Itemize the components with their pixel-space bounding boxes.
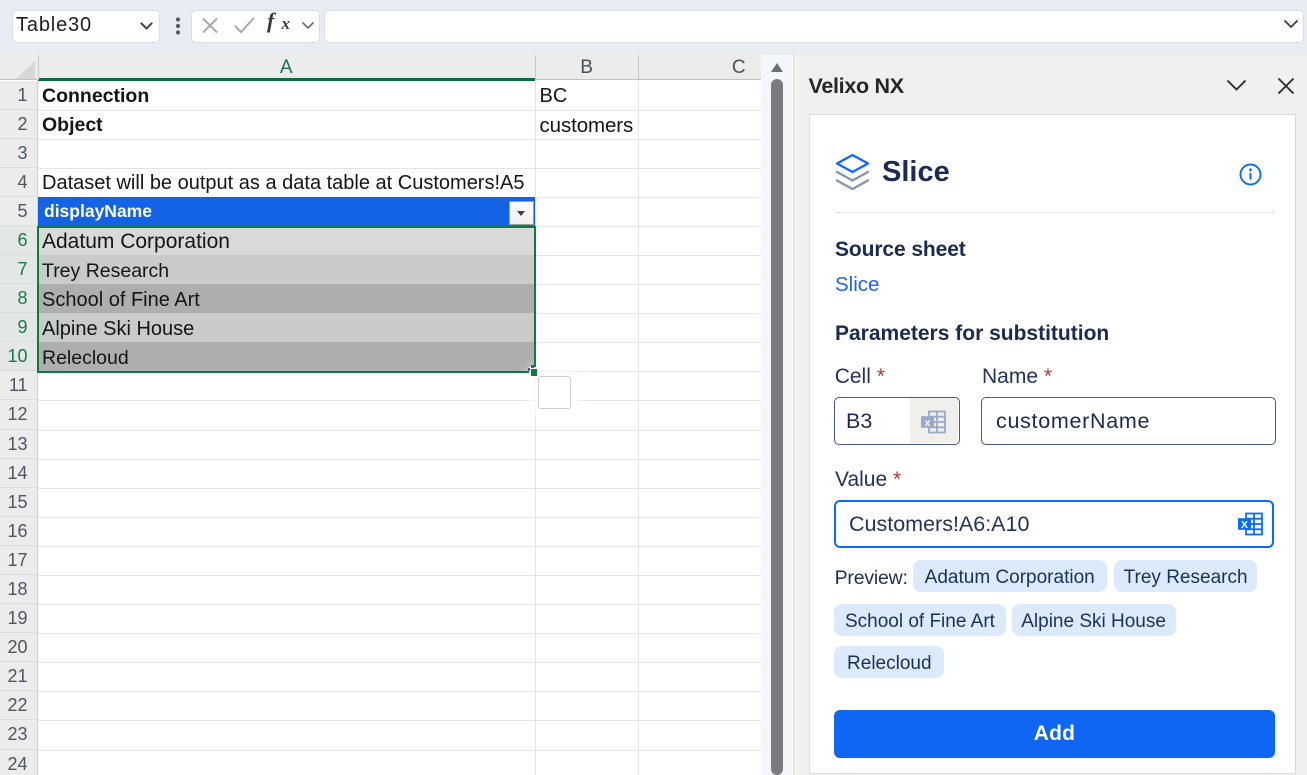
svg-text:x: x xyxy=(925,416,931,428)
svg-text:X: X xyxy=(1241,519,1248,531)
